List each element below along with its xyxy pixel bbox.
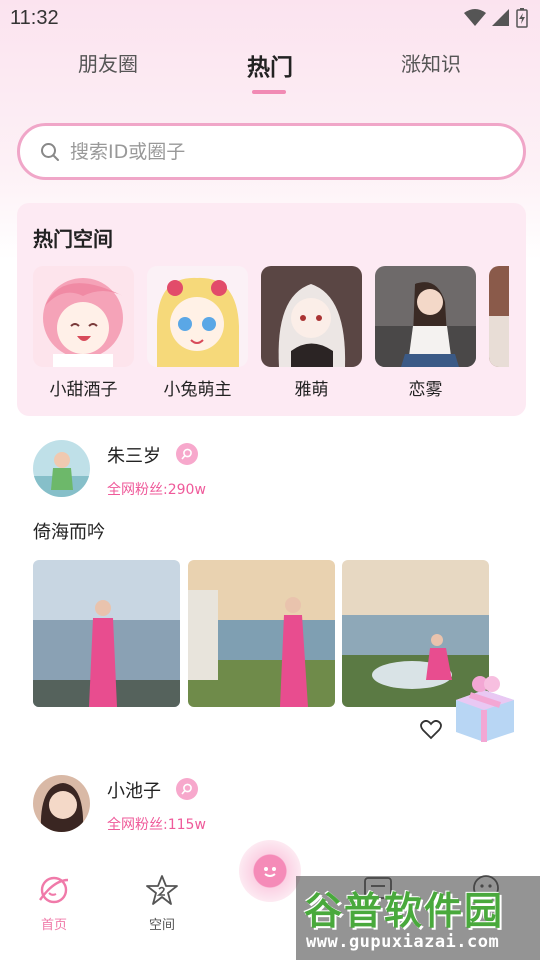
search-input[interactable] xyxy=(70,140,490,163)
fans-count: 全网粉丝:290w xyxy=(107,482,206,498)
hot-spaces-list: 小甜酒子 小兔萌主 雅萌 恋雾 xyxy=(33,266,509,406)
star-space-icon xyxy=(146,875,178,905)
post-card[interactable]: 朱三岁 全网粉丝:290w 倚海而吟 xyxy=(33,440,513,740)
active-tab-indicator xyxy=(252,90,286,94)
hot-space-thumbnail xyxy=(33,266,134,367)
hot-space-item[interactable]: 小兔萌主 xyxy=(147,266,248,400)
post-username[interactable]: 朱三岁 xyxy=(107,442,161,468)
home-planet-icon xyxy=(39,876,69,904)
hot-spaces-title: 热门空间 xyxy=(33,227,113,251)
hot-space-item[interactable] xyxy=(489,266,509,367)
status-bar: 11:32 xyxy=(0,0,540,36)
signal-icon xyxy=(492,9,509,26)
battery-icon xyxy=(516,8,528,28)
avatar[interactable] xyxy=(33,775,90,832)
hot-space-item[interactable]: 雅萌 xyxy=(261,266,362,400)
status-icons xyxy=(464,8,528,28)
watermark-url: www.gupuxiazai.com xyxy=(306,932,500,952)
female-badge-icon xyxy=(176,778,198,800)
hot-space-name: 雅萌 xyxy=(294,380,329,400)
hot-space-name: 小兔萌主 xyxy=(163,380,232,400)
post-images xyxy=(33,560,503,707)
female-badge-icon xyxy=(176,443,198,465)
nav-home-label: 首页 xyxy=(40,918,67,933)
center-publish-button[interactable] xyxy=(239,840,301,902)
post-username[interactable]: 小池子 xyxy=(107,777,161,803)
tab-knowledge[interactable]: 涨知识 xyxy=(371,48,491,77)
search-icon xyxy=(41,142,59,161)
post-text: 倚海而吟 xyxy=(33,522,105,543)
gift-box-icon[interactable] xyxy=(450,670,520,744)
smile-face-icon xyxy=(264,867,276,877)
nav-home[interactable]: 首页 xyxy=(24,874,84,933)
tab-friends-circle[interactable]: 朋友圈 xyxy=(48,48,168,77)
post-image[interactable] xyxy=(33,560,180,707)
nav-space-label: 空间 xyxy=(148,918,175,933)
hot-space-name: 恋雾 xyxy=(408,380,443,400)
post-image[interactable] xyxy=(188,560,335,707)
search-bar[interactable] xyxy=(17,123,526,180)
status-time: 11:32 xyxy=(10,7,59,29)
top-tabs: 朋友圈 热门 涨知识 xyxy=(0,48,540,98)
hot-space-thumbnail xyxy=(261,266,362,367)
nav-space[interactable]: 空间 xyxy=(132,874,192,933)
watermark-title: 谷普软件园 xyxy=(304,889,505,933)
like-heart-icon[interactable] xyxy=(420,720,442,740)
hot-space-item[interactable]: 小甜酒子 xyxy=(33,266,134,400)
fans-count: 全网粉丝:115w xyxy=(107,817,206,833)
wifi-icon xyxy=(464,9,486,26)
hot-space-item[interactable]: 恋雾 xyxy=(375,266,476,400)
hot-space-name: 小甜酒子 xyxy=(49,380,118,400)
hot-space-thumbnail xyxy=(489,266,509,367)
hot-spaces-card: 热门空间 小甜酒子 小兔萌主 雅萌 恋雾 xyxy=(17,203,526,416)
watermark-logo: 谷普软件园 www.gupuxiazai.com xyxy=(296,876,540,960)
post-card[interactable]: 小池子 全网粉丝:115w xyxy=(33,775,513,835)
avatar[interactable] xyxy=(33,440,90,497)
tab-hot[interactable]: 热门 xyxy=(210,48,330,82)
hot-space-thumbnail xyxy=(375,266,476,367)
hot-space-thumbnail xyxy=(147,266,248,367)
